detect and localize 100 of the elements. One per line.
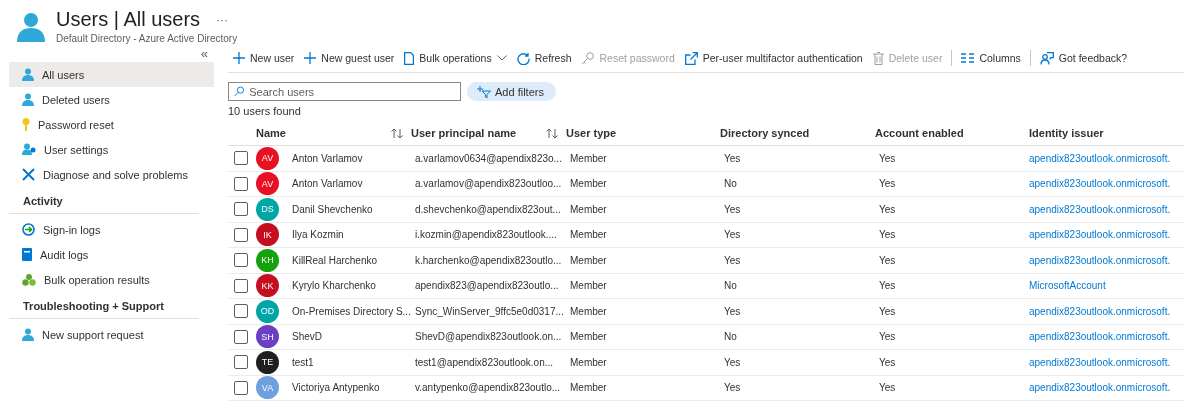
add-filters-button[interactable]: Add filters xyxy=(467,82,556,101)
toolbar-button[interactable]: Columns xyxy=(956,52,1026,64)
table-cell-text: On-Premises Directory S... xyxy=(291,305,411,317)
columns-icon xyxy=(961,53,975,63)
issuer-link[interactable]: apendix823outlook.onmicrosoft. xyxy=(1029,305,1171,317)
row-checkbox[interactable] xyxy=(234,380,248,395)
sidebar-item[interactable]: Diagnose and solve problems xyxy=(9,162,214,187)
issuer-link[interactable]: apendix823outlook.onmicrosoft. xyxy=(1029,356,1171,368)
sign-in-icon xyxy=(22,223,35,236)
support-user-icon xyxy=(22,328,34,341)
row-checkbox[interactable] xyxy=(234,151,248,166)
plus-icon xyxy=(304,52,317,64)
sort-icon[interactable] xyxy=(391,127,403,139)
sidebar-item[interactable]: Audit logs xyxy=(9,242,214,267)
filter-add-icon xyxy=(477,85,491,98)
page-title: Users | All users xyxy=(56,8,201,31)
collapse-button[interactable]: « xyxy=(194,46,214,62)
search-field[interactable]: Search users xyxy=(228,82,461,101)
column-header[interactable]: Account enabled xyxy=(875,127,964,139)
external-link-icon xyxy=(684,51,698,65)
toolbar-button[interactable]: Bulk operations xyxy=(399,51,512,65)
row-checkbox[interactable] xyxy=(234,304,248,319)
sidebar-item[interactable]: Bulk operation results xyxy=(9,267,214,292)
table-cell-text: Yes xyxy=(878,356,896,368)
plus-icon xyxy=(233,52,245,64)
table-cell-text: Yes xyxy=(878,229,896,241)
table-cell-text: Yes xyxy=(878,152,896,164)
table-cell-text: Member xyxy=(569,382,607,394)
issuer-link[interactable]: MicrosoftAccount xyxy=(1029,280,1106,292)
row-checkbox[interactable] xyxy=(234,329,248,344)
sidebar-item[interactable]: Sign-in logs xyxy=(9,217,214,242)
toolbar-button[interactable]: Refresh xyxy=(511,51,577,65)
sidebar-heading: Troubleshooting + Support xyxy=(9,292,199,319)
column-header[interactable]: User principal name xyxy=(411,127,517,139)
sidebar-heading: Activity xyxy=(9,187,199,214)
table-cell-text: Yes xyxy=(878,331,896,343)
row-checkbox[interactable] xyxy=(234,227,248,242)
issuer-link[interactable]: apendix823outlook.onmicrosoft. xyxy=(1029,203,1171,215)
cubes-icon xyxy=(22,273,36,286)
row-checkbox[interactable] xyxy=(234,278,248,293)
table-cell-text: apendix823@apendix823outlo... xyxy=(414,280,559,292)
table-cell-text: KillReal Harchenko xyxy=(291,254,378,266)
table-cell-text: Member xyxy=(569,305,607,317)
table-cell-text: Yes xyxy=(723,152,741,164)
row-checkbox[interactable] xyxy=(234,202,248,217)
table-cell-text: Yes xyxy=(878,178,896,190)
table-cell-text: Sync_WinServer_9ffc5e0d0317... xyxy=(414,305,564,317)
table-cell-text: Yes xyxy=(723,305,741,317)
toolbar-button[interactable]: New guest user xyxy=(299,52,400,64)
toolbar-button[interactable]: Got feedback? xyxy=(1034,51,1133,65)
table-cell-text: Danil Shevchenko xyxy=(291,203,373,215)
sidebar-item[interactable]: Password reset xyxy=(9,112,214,137)
table-cell-text: a.varlamov0634@apendix823o... xyxy=(414,152,562,164)
user-icon xyxy=(22,68,34,81)
user-gear-icon xyxy=(22,143,36,156)
table-cell-text: d.shevchenko@apendix823out... xyxy=(414,203,561,215)
table-cell-text: Member xyxy=(569,152,607,164)
avatar: OD xyxy=(256,299,279,323)
issuer-link[interactable]: apendix823outlook.onmicrosoft. xyxy=(1029,229,1171,241)
document-icon xyxy=(404,51,415,65)
table-cell-text: Ilya Kozmin xyxy=(291,229,344,241)
table-cell-text: Member xyxy=(569,356,607,368)
table-cell-text: test1 xyxy=(291,356,314,368)
table-cell-text: No xyxy=(723,280,737,292)
issuer-link[interactable]: apendix823outlook.onmicrosoft. xyxy=(1029,331,1171,343)
issuer-link[interactable]: apendix823outlook.onmicrosoft. xyxy=(1029,382,1171,394)
column-header[interactable]: Name xyxy=(256,127,286,139)
issuer-link[interactable]: apendix823outlook.onmicrosoft. xyxy=(1029,152,1171,164)
toolbar-button[interactable]: New user xyxy=(228,52,300,64)
more-button[interactable]: ··· xyxy=(216,12,229,27)
sidebar-item[interactable]: New support request xyxy=(9,322,214,347)
toolbar-button[interactable]: Per-user multifactor authentication xyxy=(679,51,868,65)
table-cell-text: ShevD@apendix823outlook.on... xyxy=(414,331,562,343)
table-cell-text: Yes xyxy=(723,254,741,266)
table-cell-text: v.antypenko@apendix823outlo... xyxy=(414,382,561,394)
result-count: 10 users found xyxy=(228,105,302,119)
row-checkbox[interactable] xyxy=(234,253,248,268)
row-checkbox[interactable] xyxy=(234,176,248,191)
table-cell-text: Member xyxy=(569,203,607,215)
sidebar-item-label: All users xyxy=(42,68,85,81)
avatar: KH xyxy=(256,248,279,272)
sidebar-item[interactable]: All users xyxy=(9,62,214,87)
column-header[interactable]: Identity issuer xyxy=(1029,127,1104,139)
sort-icon[interactable] xyxy=(546,127,558,139)
sidebar-item[interactable]: User settings xyxy=(9,137,214,162)
column-header[interactable]: Directory synced xyxy=(720,127,810,139)
issuer-link[interactable]: apendix823outlook.onmicrosoft. xyxy=(1029,178,1171,190)
sidebar-item-label: Sign-in logs xyxy=(43,223,101,236)
feedback-icon xyxy=(1039,51,1054,65)
row-checkbox[interactable] xyxy=(234,355,248,370)
table-cell-text: Member xyxy=(569,229,607,241)
issuer-link[interactable]: apendix823outlook.onmicrosoft. xyxy=(1029,254,1171,266)
table-cell-text: Victoriya Antypenko xyxy=(291,382,380,394)
avatar: DS xyxy=(256,197,279,221)
trash-icon xyxy=(872,51,884,65)
column-header[interactable]: User type xyxy=(566,127,617,139)
table-cell-text: Member xyxy=(569,178,607,190)
sidebar-item-label: Deleted users xyxy=(42,93,110,106)
sidebar-item[interactable]: Deleted users xyxy=(9,87,214,112)
user-icon xyxy=(22,93,34,106)
